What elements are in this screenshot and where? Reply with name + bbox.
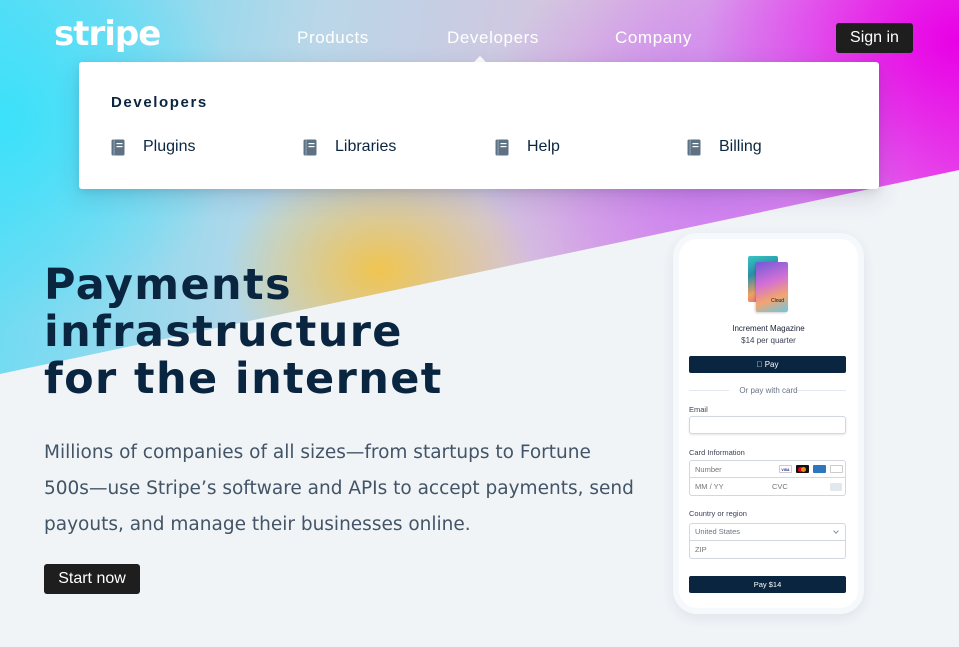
product-price: $14 per quarter [741, 336, 796, 345]
dropdown-item-help[interactable]: Help [495, 137, 560, 157]
card-info-label: Card Information [689, 448, 745, 457]
dropdown-item-label: Plugins [143, 138, 196, 155]
dropdown-item-label: Libraries [335, 138, 397, 155]
country-value: United States [695, 527, 741, 536]
or-pay-with-card: Or pay with card [739, 386, 798, 395]
nav-company[interactable]: Company [615, 28, 692, 48]
checkout-screen: Cloud Increment Magazine $14 per quarter… [679, 239, 858, 608]
dropdown-item-label: Billing [719, 138, 762, 155]
book-icon [303, 139, 317, 155]
start-now-button[interactable]: Start now [44, 564, 140, 594]
apple-pay-button[interactable]:  Pay [689, 356, 846, 373]
country-label: Country or region [689, 509, 747, 518]
email-field[interactable] [689, 416, 846, 434]
dropdown-item-libraries[interactable]: Libraries [303, 137, 396, 157]
book-icon [495, 139, 509, 155]
hero-headline: Payments infrastructure for the internet [44, 262, 604, 403]
visa-icon: VISA [779, 465, 792, 473]
magazine-label: Cloud [771, 298, 785, 304]
dropdown-item-billing[interactable]: Billing [687, 137, 762, 157]
email-label: Email [689, 405, 708, 414]
cvc-card-icon [830, 483, 842, 491]
apple-pay-label: Pay [760, 360, 779, 369]
headline-line-1: Payments [44, 260, 293, 310]
expiry-field[interactable] [689, 478, 768, 496]
headline-line-2: infrastructure [44, 307, 403, 357]
discover-icon [830, 465, 843, 473]
dropdown-title: Developers [111, 94, 208, 111]
zip-field[interactable] [689, 541, 846, 559]
headline-line-3: for the internet [44, 354, 443, 404]
sign-in-button[interactable]: Sign in [836, 23, 913, 53]
magazine-cover-front [756, 262, 788, 312]
mastercard-icon [796, 465, 809, 473]
book-icon [687, 139, 701, 155]
product-name: Increment Magazine [732, 324, 805, 333]
stripe-logo[interactable]: stripe [54, 14, 161, 54]
pay-button[interactable]: Pay $14 [689, 576, 846, 593]
developers-dropdown: Developers Plugins Libraries Help Billin… [79, 62, 879, 189]
dropdown-item-plugins[interactable]: Plugins [111, 137, 195, 157]
amex-icon [813, 465, 826, 473]
nav-products[interactable]: Products [297, 28, 369, 48]
nav-developers[interactable]: Developers [447, 28, 539, 48]
phone-mockup: Cloud Increment Magazine $14 per quarter… [673, 233, 864, 614]
book-icon [111, 139, 125, 155]
country-select[interactable]: United States [689, 523, 846, 541]
dropdown-item-label: Help [527, 138, 560, 155]
hero-subtext: Millions of companies of all sizes—from … [44, 442, 634, 535]
